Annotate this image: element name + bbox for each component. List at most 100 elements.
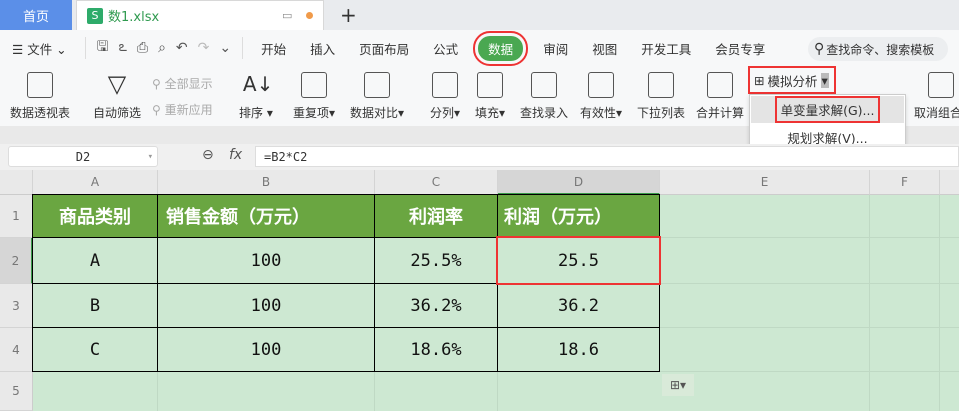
- header-cell[interactable]: 利润（万元）: [497, 194, 660, 238]
- reapply-label: 重新应用: [164, 103, 213, 117]
- monitor-icon[interactable]: ▭: [282, 9, 292, 22]
- show-all-button[interactable]: ⚲ 全部显示: [152, 75, 213, 92]
- search-input[interactable]: ⚲ 查找命令、搜索模板: [808, 37, 948, 61]
- more-icon[interactable]: ⌄: [214, 40, 236, 56]
- tab-review[interactable]: 审阅: [531, 39, 580, 58]
- consolidate-label: 合并计算: [696, 106, 745, 120]
- sort-button[interactable]: A↓ 排序 ▾: [239, 68, 273, 121]
- spreadsheet-grid[interactable]: A B C D E F 1 2 3 4 5 商品类别 销售金额（万元） 利润率 …: [0, 170, 959, 411]
- redo-icon[interactable]: ↷: [193, 40, 215, 56]
- print-preview-icon[interactable]: ⌕: [153, 40, 171, 56]
- pivot-label: 数据透视表: [10, 106, 71, 120]
- table-cell[interactable]: 100: [157, 283, 375, 328]
- dropdown-list-icon: [648, 72, 674, 98]
- reapply-button[interactable]: ⚲ 重新应用: [152, 101, 213, 118]
- column-header-c[interactable]: C: [375, 170, 498, 195]
- file-menu-label: 文件: [27, 41, 53, 57]
- tab-home[interactable]: 首页: [0, 0, 72, 30]
- row-header-1[interactable]: 1: [0, 195, 33, 238]
- search-placeholder: 查找命令、搜索模板: [826, 42, 935, 57]
- lookup-label: 查找录入: [520, 106, 569, 120]
- zoom-out-icon[interactable]: ⊖: [202, 147, 214, 163]
- duplicates-button[interactable]: 重复项▾: [293, 68, 335, 121]
- table-cell[interactable]: 100: [157, 327, 375, 372]
- consolidate-icon: [707, 72, 733, 98]
- data-compare-button[interactable]: 数据对比▾: [350, 68, 404, 121]
- search-icon: ⚲: [814, 41, 825, 57]
- dropdown-list-label: 下拉列表: [637, 106, 686, 120]
- selected-cell-d2[interactable]: 25.5: [496, 236, 661, 285]
- table-cell[interactable]: A: [32, 237, 158, 284]
- table-cell[interactable]: 100: [157, 237, 375, 284]
- unsaved-dot-icon: [306, 12, 313, 19]
- column-header-a[interactable]: A: [33, 170, 158, 195]
- what-if-analysis-button[interactable]: ⊞ 模拟分析 ▾: [748, 66, 836, 94]
- row-header-4[interactable]: 4: [0, 328, 33, 372]
- formula-input[interactable]: =B2*C2: [255, 146, 959, 167]
- print-icon[interactable]: ⎙: [132, 40, 153, 56]
- fx-button[interactable]: fx: [229, 147, 242, 163]
- tab-view[interactable]: 视图: [580, 39, 629, 58]
- fill-button[interactable]: 填充▾: [475, 68, 505, 121]
- column-header-f[interactable]: F: [870, 170, 940, 195]
- file-menu[interactable]: ☰ 文件 ⌄: [0, 39, 79, 58]
- column-header-b[interactable]: B: [158, 170, 375, 195]
- new-tab-button[interactable]: +: [340, 3, 357, 27]
- ungroup-label: 取消组合: [914, 106, 959, 120]
- menu-item-goal-seek[interactable]: 单变量求解(G)...: [751, 96, 904, 123]
- tab-data[interactable]: 数据: [473, 30, 529, 66]
- filter-icon: ▽: [107, 70, 127, 98]
- gridline: [869, 195, 870, 411]
- consolidate-button[interactable]: 合并计算: [696, 68, 744, 121]
- tab-formula[interactable]: 公式: [421, 39, 470, 58]
- format-painter-icon[interactable]: ఽ: [114, 39, 132, 58]
- gridline: [939, 195, 940, 411]
- row-header-3[interactable]: 3: [0, 284, 33, 328]
- gridline: [374, 372, 375, 411]
- column-header-e[interactable]: E: [660, 170, 870, 195]
- tab-developer[interactable]: 开发工具: [629, 39, 703, 58]
- pivot-table-button[interactable]: 数据透视表: [10, 68, 70, 121]
- row-header-5[interactable]: 5: [0, 372, 33, 411]
- sort-icon: A↓: [242, 72, 274, 96]
- ungroup-icon: [928, 72, 955, 98]
- table-cell[interactable]: 18.6%: [374, 327, 498, 372]
- tab-page-layout[interactable]: 页面布局: [347, 39, 421, 58]
- save-icon[interactable]: 🖫: [92, 36, 114, 60]
- validity-button[interactable]: 有效性▾: [580, 68, 622, 121]
- lookup-icon: [531, 72, 557, 98]
- column-header-g[interactable]: [940, 170, 959, 195]
- name-box-value: D2: [75, 149, 91, 164]
- autofilter-button[interactable]: ▽ 自动筛选: [93, 68, 141, 121]
- row-header-2[interactable]: 2: [0, 238, 33, 284]
- lookup-entry-button[interactable]: 查找录入: [520, 68, 568, 121]
- tab-member[interactable]: 会员专享: [703, 39, 777, 58]
- validity-icon: [588, 72, 615, 98]
- header-cell[interactable]: 商品类别: [32, 194, 158, 238]
- paste-options-icon[interactable]: ⊞▾: [662, 374, 694, 396]
- table-cell[interactable]: 18.6: [497, 327, 660, 372]
- tab-insert[interactable]: 插入: [298, 39, 347, 58]
- undo-icon[interactable]: ↶: [171, 40, 193, 56]
- header-cell[interactable]: 利润率: [374, 194, 498, 238]
- table-cell[interactable]: 36.2%: [374, 283, 498, 328]
- goal-seek-label: 单变量求解(G)...: [774, 96, 881, 123]
- show-all-label: 全部显示: [164, 77, 213, 91]
- gridline: [497, 372, 498, 411]
- autofilter-label: 自动筛选: [93, 106, 142, 120]
- table-cell[interactable]: 25.5%: [374, 237, 498, 284]
- select-all-corner[interactable]: [0, 170, 33, 195]
- ungroup-button[interactable]: 取消组合▾: [914, 68, 959, 121]
- fill-label: 填充: [475, 106, 500, 120]
- name-box[interactable]: D2 ▾: [8, 146, 158, 167]
- split-column-button[interactable]: 分列▾: [430, 68, 460, 121]
- table-cell[interactable]: 36.2: [497, 283, 660, 328]
- table-cell[interactable]: B: [32, 283, 158, 328]
- duplicates-icon: [301, 72, 328, 98]
- tab-start[interactable]: 开始: [249, 39, 298, 58]
- header-cell[interactable]: 销售金额（万元）: [157, 194, 375, 238]
- chevron-down-icon: ▾: [820, 72, 829, 88]
- dropdown-list-button[interactable]: 下拉列表: [637, 68, 685, 121]
- column-header-d[interactable]: D: [498, 170, 660, 195]
- table-cell[interactable]: C: [32, 327, 158, 372]
